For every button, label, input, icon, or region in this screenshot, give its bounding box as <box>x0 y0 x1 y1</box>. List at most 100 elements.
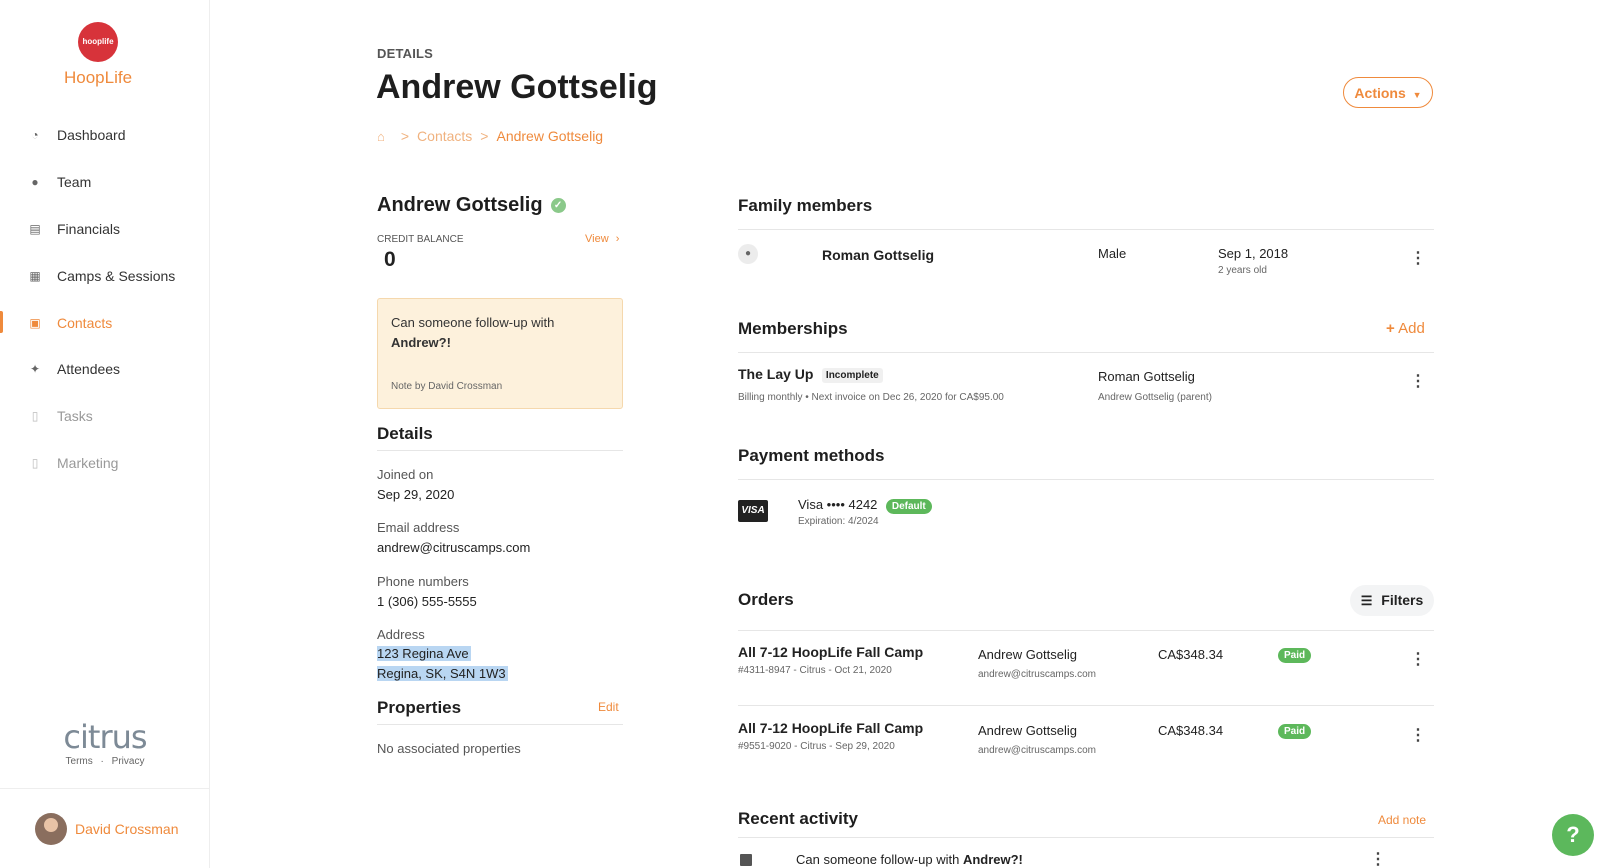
filter-icon: ☰ <box>1360 593 1373 608</box>
citrus-logo: citrus <box>63 718 147 756</box>
order-meta: #9551-9020 - Citrus - Sep 29, 2020 <box>738 741 895 752</box>
add-note-link[interactable]: Add note <box>1378 813 1426 827</box>
divider <box>738 229 1434 230</box>
more-options-icon[interactable]: ⋮ <box>1410 251 1426 267</box>
divider <box>738 479 1434 480</box>
avatar <box>35 812 67 845</box>
legal-links: Terms · Privacy <box>0 756 210 767</box>
membership-billing: Billing monthly • Next invoice on Dec 26… <box>738 392 1004 403</box>
pinned-note: Can someone follow-up with Andrew?! Note… <box>377 298 623 409</box>
paid-badge: Paid <box>1278 648 1312 663</box>
actions-label: Actions <box>1354 84 1406 101</box>
membership-payer: Andrew Gottselig (parent) <box>1098 392 1212 403</box>
membership-member: Roman Gottselig <box>1098 369 1195 384</box>
activity-text: Can someone follow-up with Andrew?! <box>796 852 1023 867</box>
paid-badge: Paid <box>1278 724 1312 739</box>
user-name: David Crossman <box>75 820 179 837</box>
credit-balance-label: CREDIT BALANCE <box>377 234 464 245</box>
membership-title: The Lay Up Incomplete <box>738 366 883 384</box>
joined-value: Sep 29, 2020 <box>377 487 455 502</box>
family-member-gender: Male <box>1098 246 1127 261</box>
sidebar-item-label: Dashboard <box>57 127 126 144</box>
credit-view-link[interactable]: View › <box>585 233 619 245</box>
breadcrumb-current: Andrew Gottselig <box>496 128 604 144</box>
sidebar-nav: ◔ Dashboard ● Team ▤ Financials ▦ Camps … <box>0 112 210 486</box>
properties-edit-link[interactable]: Edit <box>598 700 619 714</box>
breadcrumb-contacts[interactable]: Contacts <box>417 128 472 144</box>
sidebar-item-label: Contacts <box>57 314 113 331</box>
family-member-name: Roman Gottselig <box>822 247 935 263</box>
sidebar-item-tasks[interactable]: ▯ Tasks <box>0 393 210 440</box>
sidebar: hooplife HoopLife ◔ Dashboard ● Team ▤ F… <box>0 0 210 868</box>
logo-badge: hooplife <box>78 22 118 62</box>
more-options-icon[interactable]: ⋮ <box>1370 852 1386 868</box>
activity-text-plain: Can someone follow-up with <box>796 852 960 867</box>
credit-balance-value: 0 <box>384 248 396 271</box>
sidebar-item-label: Team <box>57 174 92 191</box>
speedometer-icon: ◔ <box>31 128 39 143</box>
credit-view-label: View <box>585 233 609 245</box>
note-text-plain: Can someone follow-up with <box>391 315 555 330</box>
home-icon[interactable]: ⌂ <box>377 129 385 144</box>
card-title: Visa •••• 4242 Default <box>798 496 932 514</box>
details-heading: Details <box>377 424 433 443</box>
filters-button[interactable]: ☰ Filters <box>1350 585 1434 616</box>
note-author: Note by David Crossman <box>391 381 503 392</box>
properties-heading: Properties <box>377 698 462 717</box>
card-label: Visa •••• 4242 <box>798 497 878 512</box>
order-customer: Andrew Gottselig <box>978 723 1077 738</box>
page-eyebrow: DETAILS <box>377 46 434 61</box>
user-menu[interactable]: David Crossman <box>0 788 210 868</box>
contact-name-text: Andrew Gottselig <box>377 194 543 216</box>
plus-icon: + <box>1386 320 1395 337</box>
divider <box>738 837 1434 838</box>
sidebar-item-marketing[interactable]: ▯ Marketing <box>0 440 210 487</box>
divider <box>377 450 623 451</box>
order-amount: CA$348.34 <box>1158 723 1224 738</box>
divider <box>738 352 1434 353</box>
address-line-2: Regina, SK, S4N 1W3 <box>377 666 508 681</box>
status-badge: Incomplete <box>821 368 883 383</box>
terms-link[interactable]: Terms <box>66 756 93 767</box>
sidebar-item-financials[interactable]: ▤ Financials <box>0 206 210 253</box>
activity-text-bold: Andrew?! <box>962 852 1023 867</box>
sidebar-item-label: Camps & Sessions <box>57 267 176 284</box>
more-options-icon[interactable]: ⋮ <box>1410 728 1426 744</box>
sidebar-item-dashboard[interactable]: ◔ Dashboard <box>0 112 210 159</box>
sidebar-item-camps-sessions[interactable]: ▦ Camps & Sessions <box>0 252 210 299</box>
address-value: 123 Regina Ave Regina, SK, S4N 1W3 <box>377 644 508 684</box>
logo[interactable]: hooplife HoopLife <box>0 22 196 88</box>
chevron-right-icon: › <box>615 233 620 245</box>
contact-name: Andrew Gottselig ✓ <box>377 194 566 217</box>
sidebar-item-label: Tasks <box>57 408 93 425</box>
memberships-heading: Memberships <box>738 319 848 338</box>
caret-down-icon: ▼ <box>1412 89 1422 100</box>
add-membership-button[interactable]: + Add <box>1386 320 1425 337</box>
order-title: All 7-12 HoopLife Fall Camp <box>738 720 924 736</box>
sidebar-item-team[interactable]: ● Team <box>0 159 210 206</box>
help-button[interactable]: ? <box>1552 814 1594 856</box>
divider <box>738 630 1434 631</box>
note-text: Can someone follow-up with Andrew?! <box>391 313 609 353</box>
calendar-icon: ▦ <box>29 268 41 283</box>
actions-button[interactable]: Actions ▼ <box>1343 77 1433 108</box>
sidebar-item-contacts[interactable]: ▣ Contacts <box>0 299 210 346</box>
sidebar-item-label: Attendees <box>57 361 121 378</box>
breadcrumb-separator: > <box>400 128 410 144</box>
sidebar-item-label: Marketing <box>57 454 119 471</box>
sidebar-item-attendees[interactable]: ✦ Attendees <box>0 346 210 393</box>
more-options-icon[interactable]: ⋮ <box>1410 652 1426 668</box>
add-membership-label: Add <box>1398 320 1425 337</box>
properties-empty: No associated properties <box>377 741 521 756</box>
order-customer: Andrew Gottselig <box>978 647 1077 662</box>
document-icon: ▤ <box>29 221 41 236</box>
order-amount: CA$348.34 <box>1158 647 1224 662</box>
address-line-1: 123 Regina Ave <box>377 646 471 661</box>
address-label: Address <box>377 627 425 642</box>
team-icon: ● <box>31 175 39 190</box>
more-options-icon[interactable]: ⋮ <box>1410 374 1426 390</box>
sidebar-item-label: Financials <box>57 220 121 237</box>
separator-dot: · <box>100 756 104 767</box>
privacy-link[interactable]: Privacy <box>112 756 145 767</box>
membership-name: The Lay Up <box>738 366 814 382</box>
